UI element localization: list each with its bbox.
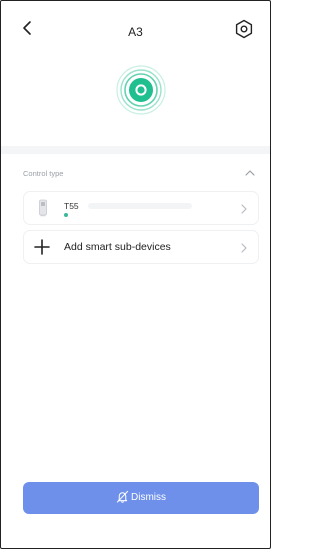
dismiss-button[interactable]: Dismiss: [23, 482, 259, 514]
redacted-text: [88, 203, 192, 209]
online-status-dot: [64, 213, 68, 217]
chevron-right-icon: [241, 243, 247, 253]
section-divider: [1, 146, 270, 154]
app-screen: A3 Control type T55 Add smart sub-device…: [0, 0, 271, 549]
dismiss-label: Dismiss: [131, 492, 166, 504]
settings-icon[interactable]: [234, 19, 254, 39]
bell-off-icon: [116, 490, 129, 503]
chevron-right-icon: [241, 204, 247, 214]
header: A3: [1, 1, 270, 53]
section-label: Control type: [23, 169, 64, 178]
dismiss-content: Dismiss: [23, 490, 259, 504]
plus-icon: [34, 239, 50, 255]
add-sub-devices-button[interactable]: Add smart sub-devices: [23, 230, 259, 264]
control-type-header: Control type: [1, 164, 270, 184]
radar-icon: [116, 65, 166, 115]
page-title: A3: [128, 25, 143, 39]
add-sub-devices-label: Add smart sub-devices: [64, 241, 171, 253]
device-icon: [39, 199, 47, 217]
device-hero: [1, 53, 270, 143]
device-name: T55: [64, 201, 79, 211]
device-item-t55[interactable]: T55: [23, 191, 259, 225]
chevron-up-icon[interactable]: [244, 168, 256, 178]
